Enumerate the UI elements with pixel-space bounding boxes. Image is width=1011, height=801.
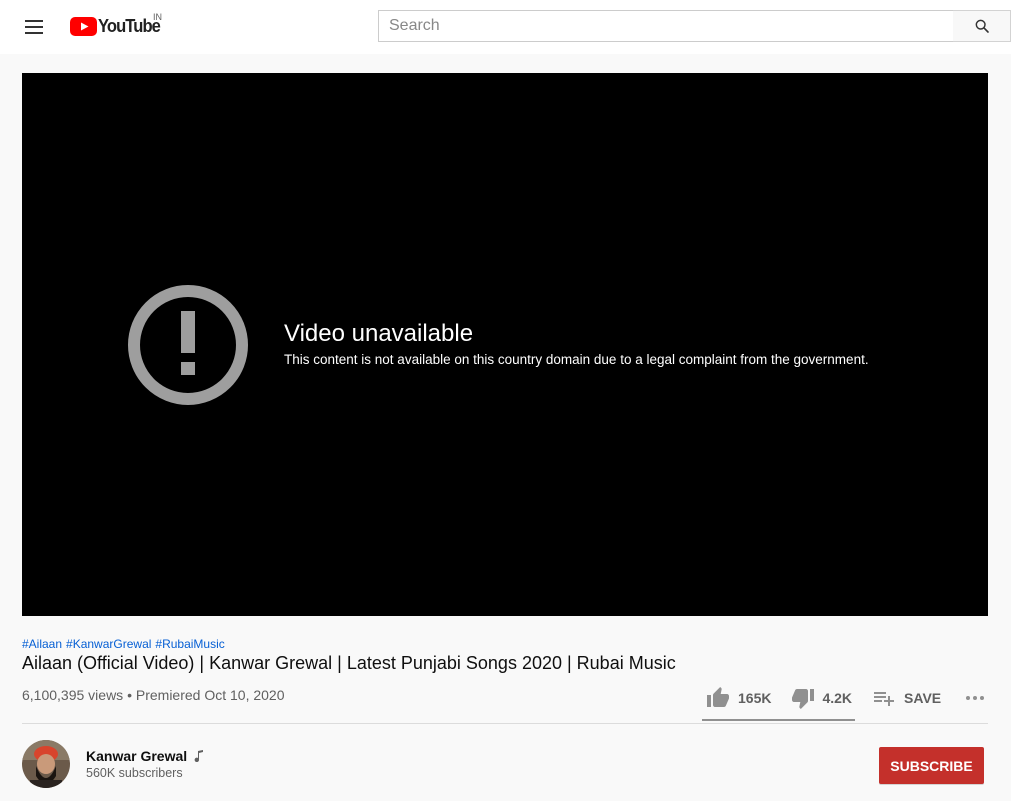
avatar-image <box>22 740 70 788</box>
channel-avatar[interactable] <box>22 740 70 788</box>
info-divider <box>22 723 988 724</box>
like-button[interactable]: 165K <box>706 686 771 710</box>
youtube-logo[interactable]: YouTube IN <box>70 12 165 37</box>
channel-name-link[interactable]: Kanwar Grewal <box>86 748 204 764</box>
more-icon <box>966 696 985 700</box>
hashtag-list: #Ailaan #KanwarGrewal #RubaiMusic <box>22 637 225 651</box>
hashtag-link[interactable]: #KanwarGrewal <box>66 637 151 651</box>
dislike-count: 4.2K <box>822 690 853 706</box>
search-input[interactable] <box>389 17 953 35</box>
channel-name: Kanwar Grewal <box>86 748 188 764</box>
masthead: YouTube IN <box>0 0 1011 54</box>
premiere-date: Premiered Oct 10, 2020 <box>135 687 285 703</box>
thumb-up-icon <box>707 687 729 707</box>
error-exclamation-icon <box>128 285 248 405</box>
country-code: IN <box>153 12 162 22</box>
dislike-button[interactable]: 4.2K <box>791 686 852 710</box>
search-icon <box>975 19 989 33</box>
error-title: Video unavailable <box>284 320 474 347</box>
save-button[interactable]: SAVE <box>872 686 941 710</box>
menu-icon[interactable] <box>22 16 46 38</box>
youtube-play-icon <box>70 16 97 36</box>
music-note-icon <box>194 750 204 762</box>
thumb-down-icon <box>792 689 815 709</box>
sentiment-bar-fill <box>702 719 852 721</box>
subscribe-button[interactable]: SUBSCRIBE <box>879 747 984 784</box>
like-count: 165K <box>738 690 772 706</box>
subscriber-count: 560K subscribers <box>86 766 183 780</box>
more-actions-button[interactable] <box>965 695 985 701</box>
sentiment-bar <box>702 719 855 721</box>
video-title: Ailaan (Official Video) | Kanwar Grewal … <box>22 653 676 673</box>
error-reason: This content is not available on this co… <box>284 352 869 367</box>
video-actions: 165K 4.2K SAVE <box>706 684 985 712</box>
video-meta: 6,100,395 views • Premiered Oct 10, 2020 <box>22 687 285 703</box>
view-count: 6,100,395 views <box>22 687 124 703</box>
search-button[interactable] <box>953 10 1011 42</box>
save-label: SAVE <box>904 690 942 706</box>
hashtag-link[interactable]: #RubaiMusic <box>155 637 224 651</box>
meta-separator: • <box>127 687 136 703</box>
logo-wordmark: YouTube <box>98 15 161 36</box>
search-box <box>378 10 954 42</box>
hashtag-link[interactable]: #Ailaan <box>22 637 62 651</box>
playlist-add-icon <box>874 692 895 706</box>
video-player[interactable]: Video unavailable This content is not av… <box>22 73 988 616</box>
